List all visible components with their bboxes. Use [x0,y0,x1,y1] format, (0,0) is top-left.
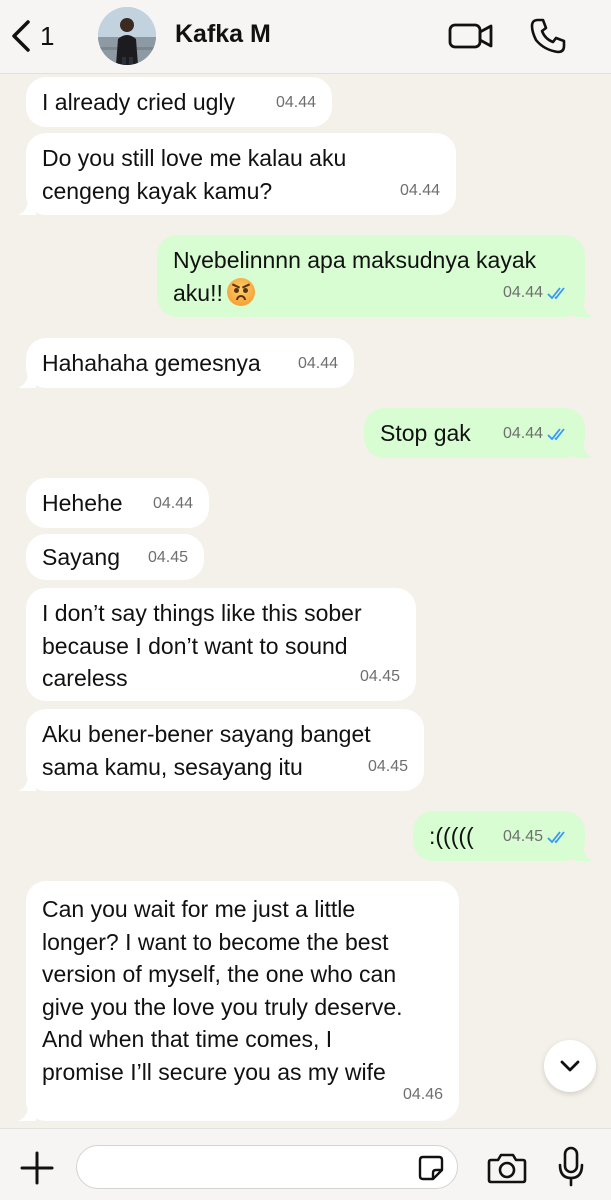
message-time: 04.45 [360,661,400,694]
avatar[interactable] [98,7,156,65]
time-label: 04.46 [402,1085,443,1103]
plus-icon [20,1151,54,1185]
bubble-tail [18,1105,36,1121]
back-button[interactable]: 1 [10,16,70,56]
time-label: 04.44 [297,354,338,372]
bubble-tail [18,775,36,791]
time-label: 04.45 [367,757,408,775]
time-label: 04.44 [152,494,193,512]
incoming-message[interactable]: I already cried ugly 04.44 [26,77,332,127]
sticker-icon [418,1155,444,1181]
bubble-tail [575,301,593,317]
message-text: Aku bener-bener sayang banget sama kamu,… [42,721,371,780]
time-label: 04.44 [275,93,316,111]
bubble-tail [575,845,593,861]
bubble-tail [575,442,593,458]
camera-button[interactable] [487,1151,527,1185]
outgoing-message[interactable]: Nyebelinnnn apa maksudnya kayak aku!! 04… [157,235,593,317]
chat-header: 1 Kafka M [0,0,611,74]
incoming-message[interactable]: I don’t say things like this sober becau… [26,588,416,701]
time-label: 04.45 [502,827,543,845]
incoming-message[interactable]: Hehehe 04.44 [26,478,209,528]
bubble-tail [18,199,36,215]
message-time: 04.45 [148,542,188,575]
scroll-to-bottom-button[interactable] [544,1040,596,1092]
avatar-image [98,7,156,65]
message-time: 04.46 [403,1079,443,1112]
message-input-wrapper [76,1145,458,1189]
video-camera-icon [448,23,493,49]
read-ticks-icon [547,287,565,300]
time-label: 04.44 [502,424,543,442]
message-input[interactable] [93,1154,403,1182]
outgoing-message[interactable]: Stop gak 04.44 [364,408,593,458]
phone-icon [530,18,566,54]
incoming-message[interactable]: Aku bener-bener sayang banget sama kamu,… [18,709,424,791]
camera-icon [487,1153,527,1184]
time-label: 04.45 [359,667,400,685]
message-composer [0,1128,611,1200]
message-text: Do you still love me kalau aku cengeng k… [42,145,347,204]
message-time: 04.45 [503,821,569,854]
microphone-icon [558,1146,584,1187]
time-label: 04.44 [502,283,543,301]
unread-count: 1 [40,20,55,51]
outgoing-message[interactable]: :((((( 04.45 [413,811,593,861]
message-time: 04.44 [400,175,440,208]
message-text: I don’t say things like this sober becau… [42,600,362,691]
incoming-message[interactable]: Hahahaha gemesnya 04.44 [18,338,354,388]
voice-message-button[interactable] [556,1145,586,1189]
chevron-down-icon [560,1060,580,1072]
chevron-left-icon [12,20,30,52]
attach-button[interactable] [18,1149,56,1187]
incoming-message[interactable]: Sayang 04.45 [26,534,204,580]
angry-face-emoji [226,277,255,306]
message-time: 04.44 [153,488,193,521]
message-time: 04.44 [503,418,569,451]
message-time: 04.45 [368,751,408,784]
message-text: Hahahaha gemesnya [42,350,261,376]
message-list[interactable]: I already cried ugly 04.44 Do you still … [0,74,611,1128]
message-text: I already cried ugly [42,89,236,115]
message-time: 04.44 [276,87,316,120]
incoming-message[interactable]: Can you wait for me just a little longer… [18,881,459,1121]
read-ticks-icon [547,831,565,844]
sticker-button[interactable] [417,1154,445,1182]
message-time: 04.44 [503,277,569,310]
contact-name[interactable]: Kafka M [175,20,271,49]
voice-call-button[interactable] [528,16,568,56]
video-call-button[interactable] [448,18,494,54]
bubble-tail [18,372,36,388]
time-label: 04.44 [399,181,440,199]
time-label: 04.45 [147,548,188,566]
read-ticks-icon [547,428,565,441]
message-text: Can you wait for me just a little longer… [42,896,403,1085]
message-time: 04.44 [298,348,338,381]
incoming-message[interactable]: Do you still love me kalau aku cengeng k… [18,133,456,215]
